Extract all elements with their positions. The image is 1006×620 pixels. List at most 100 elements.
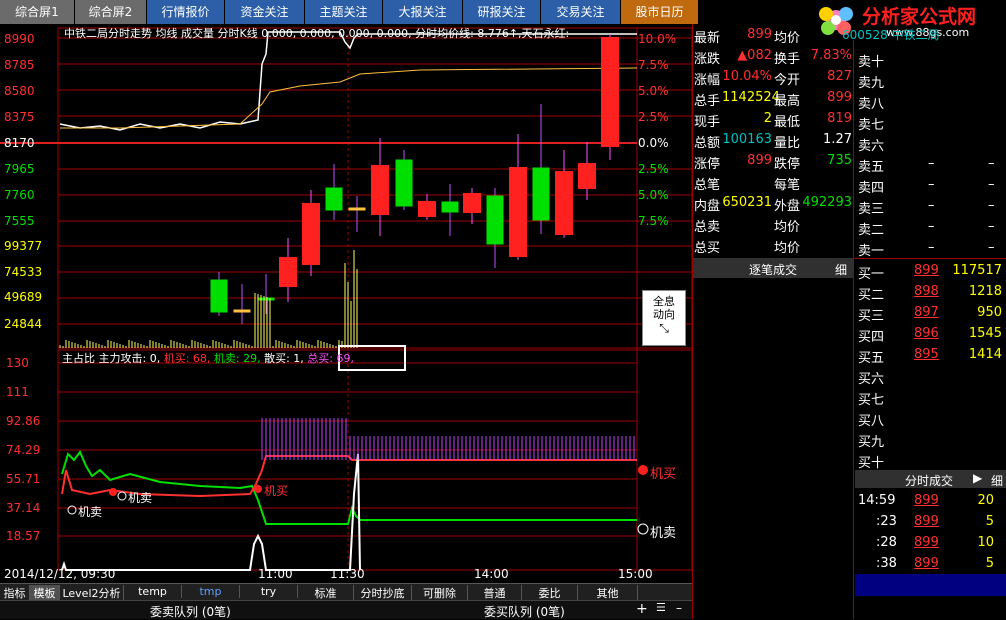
tab-0[interactable]: 综合屏1	[0, 0, 75, 24]
trade-row[interactable]: :28 899 10	[856, 532, 1006, 553]
quote-value-2: 819	[827, 111, 852, 126]
buy-level[interactable]: 买六	[856, 365, 1006, 387]
price-tick: 49689	[4, 290, 43, 304]
sell-level[interactable]: 卖六	[856, 132, 1006, 154]
minus-icon[interactable]: –	[676, 601, 682, 615]
trade-row[interactable]: 14:59 899 20	[856, 490, 1006, 511]
sell-level[interactable]: 卖十	[856, 48, 1006, 70]
trades-tab-bar: 分时成交 ▶ 细	[855, 470, 1006, 488]
indicator-tab[interactable]: 普通	[468, 585, 522, 601]
lower-indicator-header: 主占比 主力攻击: 0, 机买: 68, 机卖: 29, 散买: 1, 总买: …	[62, 350, 354, 366]
top-tab-bar: 综合屏1 综合屏2 行情报价 资金关注 主题关注 大报关注 研报关注 交易关注 股市日历	[0, 0, 710, 24]
sell-level[interactable]: 卖七	[856, 111, 1006, 133]
buy-level[interactable]: 买一 899 117517	[856, 260, 1006, 282]
price-tick: 8580	[4, 84, 35, 98]
quote-value-2: 7.83%	[810, 48, 852, 63]
indicator-tab[interactable]: 委比	[522, 585, 578, 601]
plus-icon[interactable]: +	[636, 601, 648, 617]
quote-value: 1142524	[722, 90, 780, 105]
buy-volume: 117517	[952, 263, 1002, 278]
sell-level[interactable]: 卖二 – –	[856, 216, 1006, 238]
trade-volume: 10	[977, 535, 994, 550]
quote-value-2: 827	[827, 69, 852, 84]
chart-header: 中铁二局分时走势 均线 成交量 分时K线 0.000, 0.000, 0.000…	[64, 27, 570, 40]
sell-level[interactable]: 卖五 – –	[856, 153, 1006, 175]
sell-level[interactable]: 卖四 – –	[856, 174, 1006, 196]
sell-queue[interactable]: 委卖队列 (0笔)	[150, 603, 231, 620]
buy-level[interactable]: 买七	[856, 386, 1006, 408]
sell-price: –	[928, 240, 935, 255]
sell-level-label: 卖四	[858, 181, 885, 196]
tab-2[interactable]: 行情报价	[147, 0, 225, 24]
tab-6[interactable]: 研报关注	[463, 0, 541, 24]
sell-volume: –	[988, 219, 995, 234]
full-info-button[interactable]: 全息动向 ⤡	[642, 290, 686, 346]
tab-1[interactable]: 综合屏2	[75, 0, 147, 24]
buy-level[interactable]: 买八	[856, 407, 1006, 429]
intraday-chart[interactable]	[0, 24, 692, 608]
buy-volume: 1414	[968, 347, 1002, 362]
quote-label-2: 量比	[774, 136, 801, 151]
buy-level[interactable]: 买二 898 1218	[856, 281, 1006, 303]
buy-level-label: 买五	[858, 351, 885, 366]
marker-buy-label: 机买	[264, 484, 289, 498]
quote-label: 现手	[694, 115, 721, 130]
tick-detail-tab[interactable]: 细	[835, 261, 847, 278]
buy-level[interactable]: 买四 896 1545	[856, 323, 1006, 345]
indicator-tab[interactable]: tmp	[182, 585, 240, 598]
buy-level[interactable]: 买三 897 950	[856, 302, 1006, 324]
tab-8[interactable]: 股市日历	[621, 0, 699, 24]
detail-tab[interactable]: 细	[991, 472, 1003, 489]
legend-sell: 机卖	[650, 526, 677, 541]
tab-7[interactable]: 交易关注	[541, 0, 621, 24]
trade-row[interactable]: :23 899 5	[856, 511, 1006, 532]
full-info-label: 全息动向	[653, 295, 675, 321]
tick-tab[interactable]: 逐笔成交	[749, 261, 797, 278]
tick-tab-bar: 逐笔成交 细	[693, 258, 853, 278]
selected-trade-highlight	[855, 574, 1006, 596]
indicator-tab[interactable]: Level2分析	[60, 585, 124, 601]
trade-time: :23	[876, 514, 897, 529]
sell-level[interactable]: 卖八	[856, 90, 1006, 112]
trade-row[interactable]: :38 899 5	[856, 553, 1006, 574]
play-icon[interactable]: ▶	[973, 471, 982, 485]
indicator-tab[interactable]: 分时抄底	[354, 585, 412, 601]
sell-volume: –	[988, 198, 995, 213]
quote-label: 总额	[694, 136, 721, 151]
buy-level-label: 买八	[858, 414, 885, 429]
queue-bar: 委卖队列 (0笔) 委买队列 (0笔) + ☰ –	[0, 600, 692, 619]
indicator-tab[interactable]: 模板	[30, 585, 60, 601]
price-tick: 7555	[4, 214, 35, 228]
quote-value-2: 735	[827, 153, 852, 168]
trade-time: 14:59	[858, 493, 896, 508]
indicator-tab[interactable]: 指标	[0, 585, 30, 601]
quote-value-2: 1.27	[823, 132, 852, 147]
settings-icon[interactable]: ☰	[656, 601, 666, 614]
quote-value: ▲082	[737, 48, 772, 63]
tab-5[interactable]: 大报关注	[383, 0, 463, 24]
price-tick: 74533	[4, 265, 43, 279]
time-axis-1130: 11:30	[330, 567, 365, 581]
sell-level[interactable]: 卖一 – –	[856, 237, 1006, 259]
indicator-tab[interactable]: 可删除	[412, 585, 468, 601]
indicator-tab[interactable]: try	[240, 585, 298, 598]
jimai2-value: 机卖: 29,	[213, 352, 261, 365]
indicator-tab[interactable]: temp	[124, 585, 182, 598]
indicator-tab[interactable]: 标准	[298, 585, 354, 601]
indicator-tab[interactable]: 其他	[578, 585, 638, 601]
percent-tick: 10.0%	[638, 32, 677, 46]
buy-queue[interactable]: 委买队列 (0笔)	[484, 603, 565, 620]
sell-level[interactable]: 卖九	[856, 69, 1006, 91]
buy-level[interactable]: 买九	[856, 428, 1006, 450]
tab-4[interactable]: 主题关注	[305, 0, 383, 24]
quote-value-2: 899	[827, 90, 852, 105]
buy-level[interactable]: 买五 895 1414	[856, 344, 1006, 366]
sell-level[interactable]: 卖三 – –	[856, 195, 1006, 217]
price-tick: 99377	[4, 239, 43, 253]
buy-price: 895	[914, 347, 939, 362]
price-tick: 8375	[4, 110, 35, 124]
buy-level[interactable]: 买十	[856, 449, 1006, 471]
fenshi-tab[interactable]: 分时成交	[905, 472, 953, 489]
tab-3[interactable]: 资金关注	[225, 0, 305, 24]
trade-price: 899	[914, 556, 939, 571]
